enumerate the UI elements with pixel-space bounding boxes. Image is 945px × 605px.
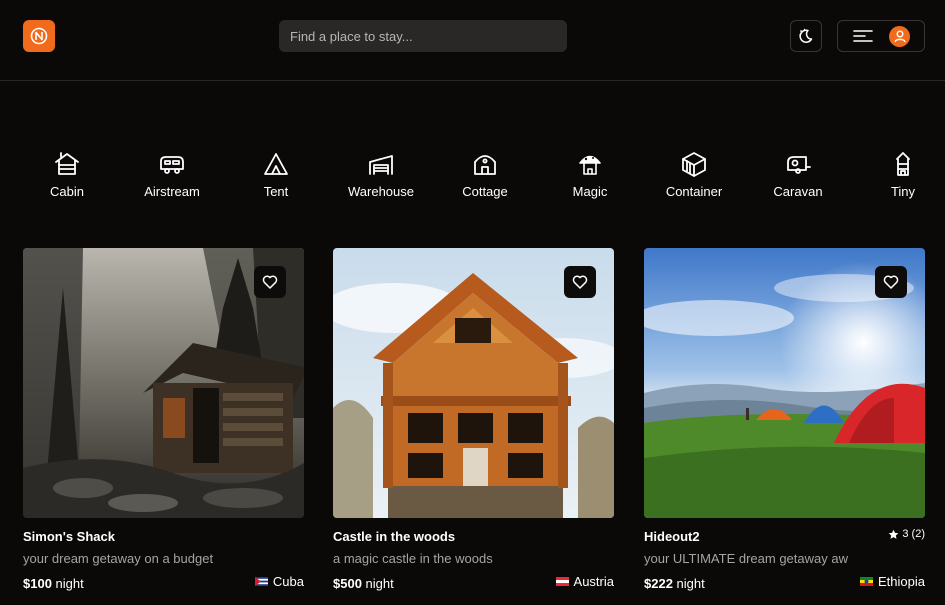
listing-country: Austria bbox=[555, 574, 614, 589]
favorite-button[interactable] bbox=[564, 266, 596, 298]
heart-icon bbox=[262, 275, 278, 289]
ethiopia-flag-icon bbox=[860, 577, 874, 586]
category-label: Magic bbox=[572, 184, 608, 199]
magic-icon bbox=[579, 155, 601, 175]
theme-toggle-button[interactable] bbox=[790, 20, 822, 52]
category-bar: Cabin Airstream Tent Warehouse Cottage M… bbox=[15, 150, 945, 200]
moon-stars-icon bbox=[799, 28, 813, 43]
listing-photo[interactable] bbox=[644, 248, 925, 518]
category-caravan[interactable]: Caravan bbox=[746, 150, 850, 199]
listing-country: Ethiopia bbox=[860, 574, 925, 589]
category-warehouse[interactable]: Warehouse bbox=[329, 150, 433, 199]
category-label: Tiny bbox=[890, 184, 916, 199]
category-label: Airstream bbox=[144, 184, 200, 199]
price-value: $500 bbox=[333, 576, 362, 591]
caravan-icon bbox=[787, 156, 811, 174]
listing-title: Castle in the woods bbox=[333, 529, 456, 544]
user-icon bbox=[893, 30, 906, 43]
category-label: Container bbox=[665, 184, 723, 199]
category-label: Warehouse bbox=[348, 184, 414, 199]
category-label: Cabin bbox=[50, 184, 84, 199]
listing-country: Cuba bbox=[254, 574, 304, 589]
listing-price: $100 night bbox=[23, 576, 84, 591]
price-value: $222 bbox=[644, 576, 673, 591]
rating-value: 3 bbox=[902, 528, 909, 540]
price-unit: night bbox=[55, 576, 84, 591]
price-value: $100 bbox=[23, 576, 52, 591]
search-input[interactable] bbox=[279, 20, 567, 52]
review-count: (2) bbox=[911, 528, 925, 540]
category-container[interactable]: Container bbox=[642, 150, 746, 199]
listing-description: your dream getaway on a budget bbox=[23, 551, 214, 566]
category-label: Cottage bbox=[462, 184, 508, 199]
favorite-button[interactable] bbox=[875, 266, 907, 298]
avatar bbox=[889, 25, 910, 47]
category-tiny[interactable]: Tiny bbox=[851, 150, 945, 199]
warehouse-icon bbox=[369, 155, 393, 175]
price-unit: night bbox=[365, 576, 394, 591]
cottage-icon bbox=[474, 155, 496, 175]
container-icon bbox=[682, 152, 706, 177]
category-magic[interactable]: Magic bbox=[538, 150, 642, 199]
category-label: Caravan bbox=[773, 184, 823, 199]
tent-icon bbox=[264, 153, 288, 175]
cuba-flag-icon bbox=[254, 577, 268, 586]
category-cabin[interactable]: Cabin bbox=[15, 150, 119, 199]
heart-icon bbox=[572, 275, 588, 289]
tiny-icon bbox=[896, 152, 910, 176]
star-icon bbox=[889, 529, 899, 539]
listing-description: a magic castle in the woods bbox=[333, 551, 493, 566]
user-menu-button[interactable] bbox=[837, 20, 925, 52]
listing-card[interactable]: Simon's Shack your dream getaway on a bu… bbox=[23, 248, 304, 591]
menu-icon bbox=[853, 30, 873, 42]
top-navbar bbox=[0, 0, 945, 81]
country-name: Ethiopia bbox=[878, 574, 925, 589]
category-tent[interactable]: Tent bbox=[224, 150, 328, 199]
listing-description: your ULTIMATE dream getaway aw bbox=[644, 551, 848, 566]
logo[interactable] bbox=[23, 20, 55, 52]
category-label: Tent bbox=[263, 184, 289, 199]
listing-card[interactable]: Castle in the woods a magic castle in th… bbox=[333, 248, 614, 591]
listing-title: Hideout2 bbox=[644, 529, 700, 544]
country-name: Austria bbox=[573, 574, 614, 589]
logo-icon bbox=[30, 27, 48, 45]
listing-price: $222 night bbox=[644, 576, 705, 591]
listing-card[interactable]: Hideout2 3 (2) your ULTIMATE dream getaw… bbox=[644, 248, 925, 591]
heart-icon bbox=[883, 275, 899, 289]
listing-price: $500 night bbox=[333, 576, 394, 591]
listing-title: Simon's Shack bbox=[23, 529, 115, 544]
austria-flag-icon bbox=[555, 577, 569, 586]
category-airstream[interactable]: Airstream bbox=[120, 150, 224, 199]
favorite-button[interactable] bbox=[254, 266, 286, 298]
country-name: Cuba bbox=[272, 574, 304, 589]
cabin-icon bbox=[55, 152, 79, 175]
category-cottage[interactable]: Cottage bbox=[433, 150, 537, 199]
listing-rating: 3 (2) bbox=[888, 528, 925, 540]
listing-photo[interactable] bbox=[23, 248, 304, 518]
price-unit: night bbox=[676, 576, 705, 591]
airstream-icon bbox=[160, 156, 184, 174]
listing-photo[interactable] bbox=[333, 248, 614, 518]
